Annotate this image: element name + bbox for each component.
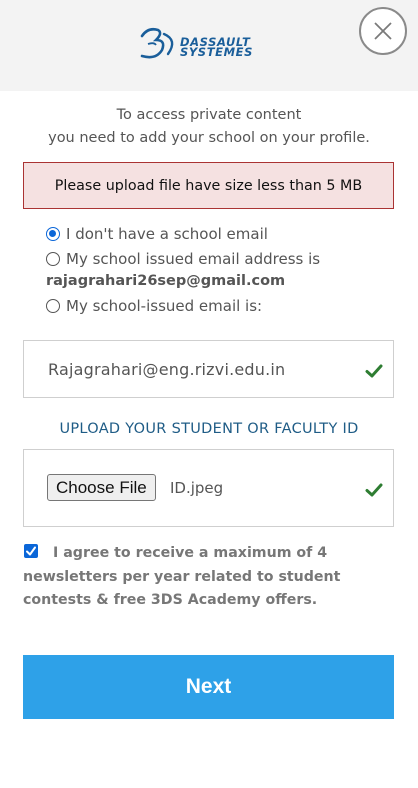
- school-email-value[interactable]: Rajagrahari@eng.rizvi.edu.in: [48, 360, 285, 379]
- dassault-systemes-logo: DASSAULT SYSTEMES: [138, 24, 280, 66]
- upload-id-label: UPLOAD YOUR STUDENT OR FACULTY ID: [59, 421, 359, 437]
- 3ds-logo-icon: [140, 27, 174, 59]
- header: DASSAULT SYSTEMES: [0, 0, 418, 91]
- intro-text: To access private content you need to ad…: [0, 104, 418, 150]
- radio-school-email[interactable]: [46, 299, 60, 313]
- issued-email-value: rajagrahari26sep@gmail.com: [46, 273, 286, 289]
- option-issued-email[interactable]: My school issued email address is: [46, 250, 320, 268]
- intro-line-1: To access private content: [116, 107, 302, 123]
- newsletter-agree-label: I agree to receive a maximum of 4 newsle…: [23, 545, 341, 608]
- close-icon: [374, 22, 392, 40]
- radio-no-school-email[interactable]: [46, 227, 60, 241]
- error-alert: Please upload file have size less than 5…: [23, 162, 394, 209]
- radio-issued-email[interactable]: [46, 252, 60, 266]
- check-icon: [365, 483, 383, 497]
- newsletter-agree-text: I agree to receive a maximum of 4 newsle…: [23, 542, 398, 613]
- option-no-school-email[interactable]: I don't have a school email: [46, 225, 268, 243]
- check-icon: [365, 364, 383, 378]
- logo-line-2: SYSTEMES: [180, 45, 253, 59]
- option-school-email-label: My school-issued email is:: [66, 297, 263, 315]
- choose-file-button[interactable]: Choose File: [47, 474, 156, 501]
- file-upload-field[interactable]: Choose File ID.jpeg: [23, 449, 394, 527]
- logo-wordmark: DASSAULT SYSTEMES: [180, 36, 253, 59]
- intro-line-2: you need to add your school on your prof…: [48, 130, 370, 146]
- option-school-email[interactable]: My school-issued email is:: [46, 297, 262, 315]
- next-button[interactable]: Next: [23, 655, 394, 719]
- selected-file-name: ID.jpeg: [170, 479, 224, 497]
- error-alert-text: Please upload file have size less than 5…: [54, 177, 363, 194]
- close-button[interactable]: [359, 7, 407, 55]
- option-no-school-email-label: I don't have a school email: [66, 225, 268, 243]
- option-issued-email-label: My school issued email address is: [66, 250, 321, 268]
- school-email-field[interactable]: Rajagrahari@eng.rizvi.edu.in: [23, 340, 394, 398]
